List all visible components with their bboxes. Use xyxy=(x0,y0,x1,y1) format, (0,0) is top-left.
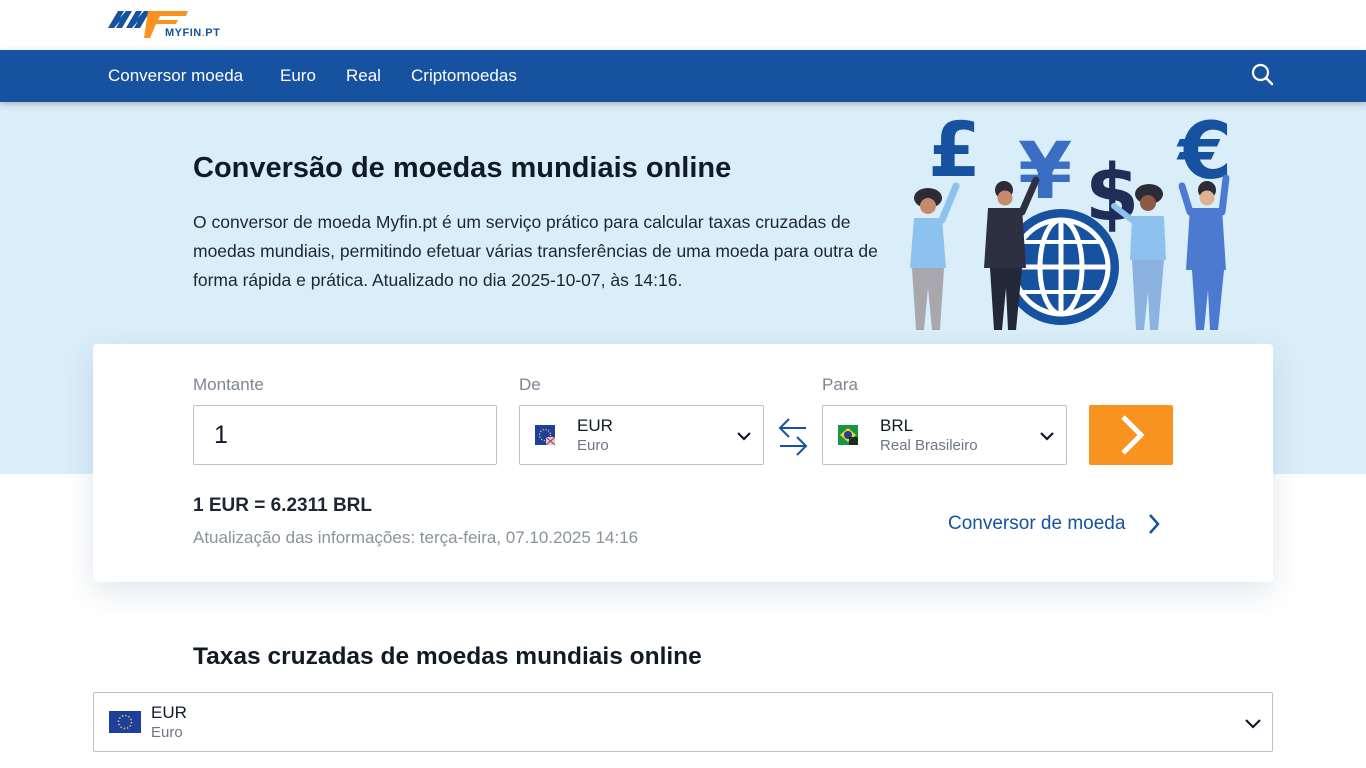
cross-rates-title: Taxas cruzadas de moedas mundiais online xyxy=(193,643,702,670)
to-currency-code: BRL xyxy=(880,416,914,435)
top-bar: MYFIN.PT xyxy=(0,0,1366,50)
search-icon[interactable] xyxy=(1250,62,1276,88)
page-title: Conversão de moedas mundiais online xyxy=(193,152,732,184)
convert-button[interactable] xyxy=(1089,405,1173,465)
nav-item-criptomoedas[interactable]: Criptomoedas xyxy=(411,66,517,86)
chevron-down-icon xyxy=(1243,713,1263,733)
to-currency-name: Real Brasileiro xyxy=(880,437,978,454)
chevron-down-icon xyxy=(1038,427,1056,445)
myfin-logo[interactable]: MYFIN.PT xyxy=(108,8,238,42)
exchange-rate-result: 1 EUR = 6.2311 BRL xyxy=(193,495,373,516)
nav-item-real[interactable]: Real xyxy=(346,66,381,86)
currency-converter-link[interactable]: Conversor de moeda xyxy=(948,513,1125,535)
hero-description: O conversor de moeda Myfin.pt é um servi… xyxy=(193,212,878,290)
from-currency-code: EUR xyxy=(577,416,613,435)
nav-item-conversor-moeda[interactable]: Conversor moeda xyxy=(108,66,243,86)
from-label: De xyxy=(519,375,541,394)
to-label: Para xyxy=(822,375,858,394)
cross-currency-name: Euro xyxy=(151,724,183,741)
chevron-down-icon xyxy=(735,427,753,445)
svg-text:£: £ xyxy=(928,108,981,194)
eu-flag-icon xyxy=(535,425,556,446)
chevron-right-icon xyxy=(1121,415,1145,455)
amount-label: Montante xyxy=(193,375,264,394)
cross-currency-code: EUR xyxy=(151,703,187,722)
cross-rates-currency-select[interactable]: EUR Euro xyxy=(93,692,1273,752)
nav-item-euro[interactable]: Euro xyxy=(280,66,316,86)
chevron-right-icon[interactable] xyxy=(1146,512,1162,536)
logo-text: MYFIN.PT xyxy=(165,27,221,39)
main-nav: Conversor moeda Euro Real Criptomoedas xyxy=(0,50,1366,102)
swap-arrows-icon[interactable] xyxy=(776,416,810,458)
amount-input[interactable] xyxy=(193,405,497,465)
update-timestamp: Atualização das informações: terça-feira… xyxy=(193,528,639,547)
eu-flag-icon xyxy=(109,711,141,733)
from-currency-select[interactable]: EUR Euro xyxy=(519,405,764,465)
from-currency-name: Euro xyxy=(577,437,609,454)
currency-people-illustration: £ ¥ $ € xyxy=(896,105,1241,336)
brazil-flag-icon xyxy=(838,425,858,445)
converter-card: Montante De EUR Euro Para xyxy=(93,344,1273,582)
to-currency-select[interactable]: BRL Real Brasileiro xyxy=(822,405,1067,465)
